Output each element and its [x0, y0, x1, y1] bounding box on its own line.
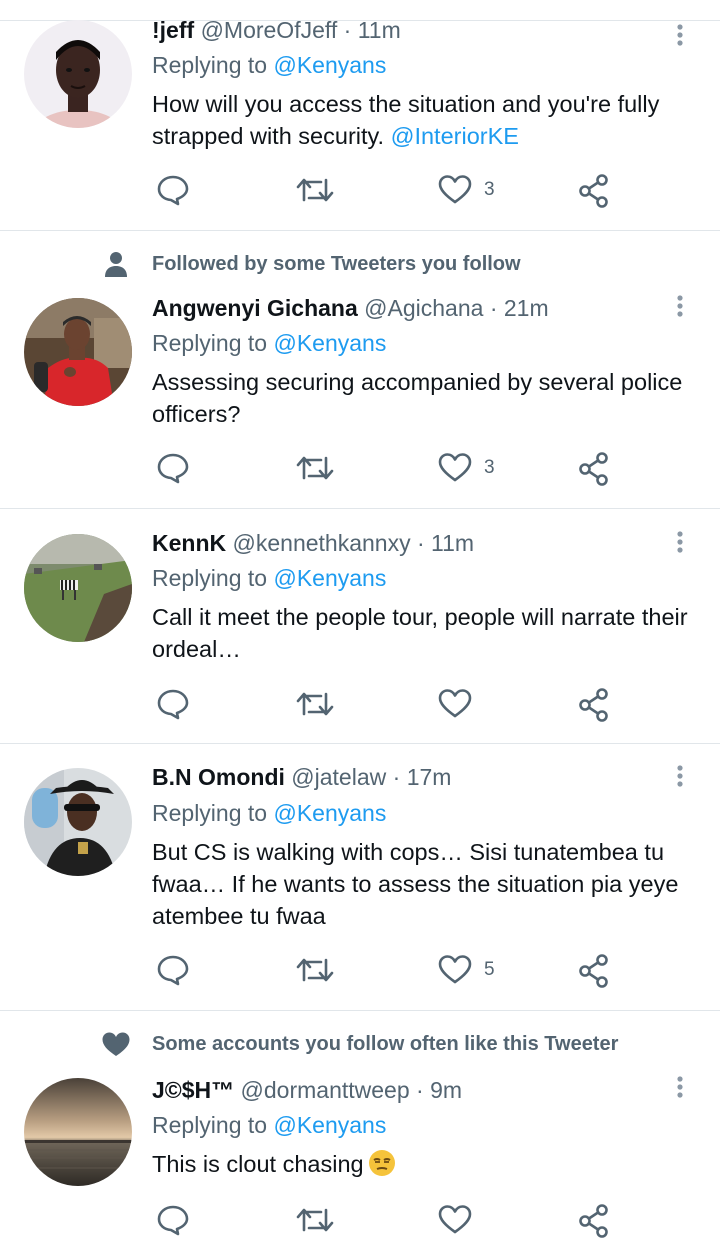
share-icon [579, 688, 608, 722]
tweet-header: KennK @kennethkannxy · 11m [152, 529, 474, 557]
social-context: Followed by some Tweeters you follow [0, 249, 720, 279]
tweet-text: How will you access the situation and yo… [152, 88, 697, 152]
more-options-icon[interactable] [668, 761, 692, 791]
replying-mention[interactable]: @Kenyans [273, 565, 386, 591]
display-name[interactable]: KennK [152, 530, 226, 556]
tweet-divider [0, 508, 720, 509]
display-name[interactable]: B.N Omondi [152, 764, 285, 790]
social-context-text: Some accounts you follow often like this… [152, 1033, 619, 1055]
more-options-icon[interactable] [668, 20, 692, 50]
social-context-text: Followed by some Tweeters you follow [152, 253, 521, 275]
tweet-divider [0, 743, 720, 744]
like-count: 3 [484, 179, 495, 200]
retweet-icon [296, 692, 334, 716]
share-icon [579, 1204, 608, 1238]
heart-icon [438, 1205, 472, 1234]
replying-mention[interactable]: @Kenyans [273, 52, 386, 78]
like-count: 3 [484, 457, 495, 478]
replying-to: Replying to @Kenyans [152, 1111, 386, 1139]
replying-prefix: Replying to [152, 1112, 274, 1138]
replying-to: Replying to @Kenyans [152, 564, 386, 592]
retweet-icon [296, 1208, 334, 1232]
replying-mention[interactable]: @Kenyans [273, 330, 386, 356]
user-handle[interactable]: @dormanttweep [241, 1077, 410, 1103]
avatar-omondi[interactable] [24, 768, 132, 876]
user-handle[interactable]: @MoreOfJeff [201, 17, 338, 43]
reply-icon [157, 689, 189, 720]
tweet-header: !jeff @MoreOfJeff · 11m [152, 16, 401, 44]
separator: · [416, 1077, 424, 1103]
heart-filled-icon [102, 1032, 130, 1056]
person-icon [105, 252, 127, 277]
avatar-jeff[interactable] [24, 20, 132, 128]
separator: · [343, 17, 352, 43]
avatar-kennk[interactable] [24, 534, 132, 642]
separator: · [392, 764, 401, 790]
avatar-josh[interactable] [24, 1078, 132, 1186]
more-options-icon[interactable] [668, 1072, 692, 1102]
reply-icon [157, 955, 189, 986]
replying-prefix: Replying to [152, 52, 274, 78]
tweet-text-content: This is clout chasing [152, 1151, 364, 1177]
timestamp[interactable]: 21m [504, 295, 549, 321]
retweet-icon [296, 178, 334, 202]
share-icon [579, 954, 608, 988]
user-handle[interactable]: @jatelaw [291, 764, 386, 790]
heart-icon [438, 175, 472, 204]
heart-icon [438, 955, 472, 984]
reply-icon [157, 453, 189, 484]
tweet-divider [0, 230, 720, 231]
replying-to: Replying to @Kenyans [152, 329, 386, 357]
tweet-header: B.N Omondi @jatelaw · 17m [152, 763, 451, 791]
user-handle[interactable]: @kennethkannxy [233, 530, 411, 556]
replying-mention[interactable]: @Kenyans [273, 1112, 386, 1138]
social-context: Some accounts you follow often like this… [0, 1029, 720, 1059]
tweet-actions: 3 [0, 448, 720, 488]
more-options-icon[interactable] [668, 527, 692, 557]
tweet-mention[interactable]: @InteriorKE [391, 123, 519, 149]
replying-prefix: Replying to [152, 800, 274, 826]
tweet-divider [0, 1010, 720, 1011]
separator: · [416, 530, 425, 556]
tweet-actions [0, 684, 720, 724]
display-name[interactable]: J©$H™ [152, 1077, 234, 1103]
replying-to: Replying to @Kenyans [152, 51, 386, 79]
share-icon [579, 174, 608, 208]
tweet-actions: 3 [0, 170, 720, 210]
more-options-icon[interactable] [668, 291, 692, 321]
user-handle[interactable]: @Agichana [364, 295, 483, 321]
unamused-face-emoji [368, 1150, 395, 1176]
avatar-angwenyi[interactable] [24, 298, 132, 406]
replying-prefix: Replying to [152, 330, 274, 356]
timestamp[interactable]: 17m [407, 764, 452, 790]
tweet-text: Call it meet the people tour, people wil… [152, 604, 688, 662]
retweet-icon [296, 456, 334, 480]
tweet-text: Assessing securing accompanied by severa… [152, 369, 683, 427]
tweet-header: Angwenyi Gichana @Agichana · 21m [152, 294, 549, 322]
heart-icon [438, 453, 472, 482]
tweet-text: But CS is walking with cops… Sisi tunate… [152, 839, 679, 929]
tweet-actions: 5 [0, 950, 720, 990]
retweet-icon [296, 958, 334, 982]
replying-mention[interactable]: @Kenyans [273, 800, 386, 826]
timestamp[interactable]: 11m [358, 17, 401, 43]
timestamp[interactable]: 9m [430, 1077, 462, 1103]
separator: · [489, 295, 498, 321]
replying-to: Replying to @Kenyans [152, 799, 386, 827]
reply-icon [157, 175, 189, 206]
display-name[interactable]: !jeff [152, 17, 194, 43]
share-icon [579, 452, 608, 486]
heart-icon [438, 689, 472, 718]
display-name[interactable]: Angwenyi Gichana [152, 295, 358, 321]
tweet-actions [0, 1200, 720, 1240]
tweet-text: This is clout chasing [152, 1148, 697, 1180]
reply-icon [157, 1205, 189, 1236]
like-count: 5 [484, 959, 495, 980]
replying-prefix: Replying to [152, 565, 274, 591]
tweet-header: J©$H™ @dormanttweep · 9m [152, 1076, 462, 1104]
timestamp[interactable]: 11m [431, 530, 474, 556]
